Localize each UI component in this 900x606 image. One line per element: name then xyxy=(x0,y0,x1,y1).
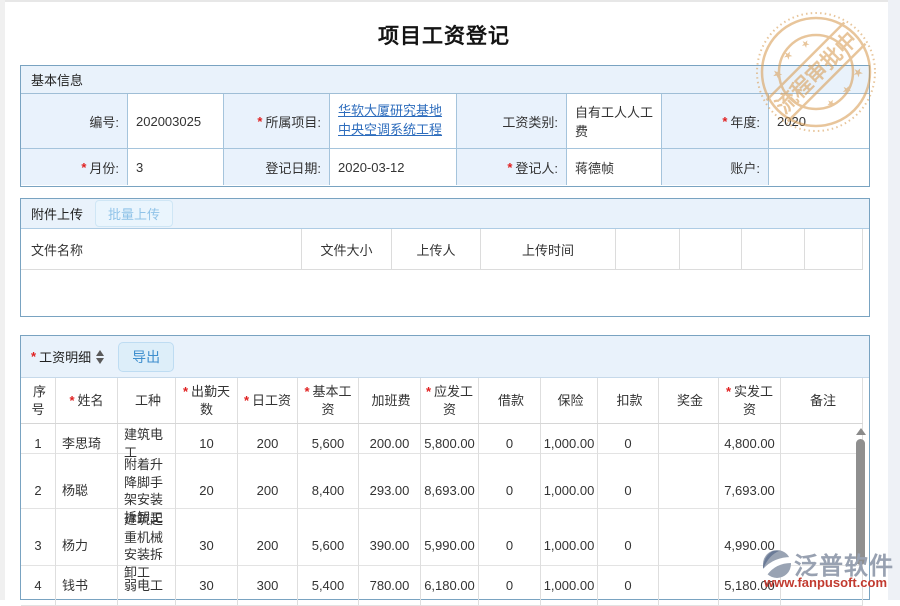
table-cell: 1,000.00 xyxy=(541,566,598,605)
spinner-down-icon[interactable] xyxy=(96,358,104,364)
salary-detail-panel: * 工资明细 导出 序号 *姓名 工种 *出勤天数 *日工资 *基本工资 加班费… xyxy=(20,335,870,600)
col-loan: 借款 xyxy=(479,378,541,423)
col-empty xyxy=(805,229,863,269)
account-label: 账户: xyxy=(662,149,769,185)
table-row: 1 李思琦 建筑电工 10 200 5,600 200.00 5,800.00 … xyxy=(21,424,863,454)
stamp-star-icon: ★ xyxy=(781,48,797,64)
table-cell: 300 xyxy=(238,566,298,605)
basic-info-grid: 编号: 202003025 * 所属项目: 华软大厦研究基地中央空调系统工程 工… xyxy=(21,94,869,185)
registrant-value: 蒋德帧 xyxy=(567,149,662,185)
project-label: * 所属项目: xyxy=(224,94,330,149)
scrollbar-up-icon[interactable] xyxy=(856,428,866,435)
table-cell: 0 xyxy=(479,566,541,605)
table-row: 4 钱书 弱电工 30 300 5,400 780.00 6,180.00 0 … xyxy=(21,566,863,606)
table-row: 3 杨力 建筑起重机械安装拆卸工 30 200 5,600 390.00 5,9… xyxy=(21,509,863,566)
page-title: 项目工资登记 xyxy=(20,20,868,50)
col-job-type: 工种 xyxy=(118,378,176,423)
brand-watermark: 泛普软件 www.fanpusoft.com xyxy=(762,546,896,596)
salary-type-value: 自有工人人工费 xyxy=(567,94,662,149)
col-bonus: 奖金 xyxy=(659,378,719,423)
salary-detail-header: * 工资明细 导出 xyxy=(21,336,869,378)
batch-upload-button[interactable]: 批量上传 xyxy=(95,200,173,227)
col-empty xyxy=(616,229,680,269)
spinner-up-icon[interactable] xyxy=(96,350,104,356)
table-cell: 0 xyxy=(598,566,659,605)
salary-type-label: 工资类别: xyxy=(457,94,567,149)
page-left-border xyxy=(0,0,5,600)
brand-url: www.fanpusoft.com xyxy=(764,575,887,590)
number-value: 202003025 xyxy=(128,94,224,149)
col-base-salary: *基本工资 xyxy=(298,378,359,423)
col-attendance-days: *出勤天数 xyxy=(176,378,238,423)
col-uploader: 上传人 xyxy=(392,229,481,269)
attachments-empty-body xyxy=(21,270,869,316)
attachments-panel: 附件上传 批量上传 文件名称 文件大小 上传人 上传时间 xyxy=(20,198,870,317)
basic-info-header: 基本信息 xyxy=(21,66,869,94)
col-upload-time: 上传时间 xyxy=(481,229,616,269)
attachments-header: 附件上传 批量上传 xyxy=(21,199,869,229)
col-overtime-pay: 加班费 xyxy=(359,378,421,423)
month-value: 3 xyxy=(128,149,224,185)
register-date-label: 登记日期: xyxy=(224,149,330,185)
year-value: 2020 xyxy=(769,94,869,149)
salary-table: 序号 *姓名 工种 *出勤天数 *日工资 *基本工资 加班费 *应发工资 借款 … xyxy=(21,378,869,606)
export-button[interactable]: 导出 xyxy=(118,342,174,372)
attachments-title: 附件上传 xyxy=(31,204,83,223)
table-cell: 30 xyxy=(176,566,238,605)
page-right-margin xyxy=(888,0,900,600)
col-gross-pay: *应发工资 xyxy=(421,378,479,423)
col-net-pay: *实发工资 xyxy=(719,378,781,423)
col-daily-wage: *日工资 xyxy=(238,378,298,423)
col-insurance: 保险 xyxy=(541,378,598,423)
col-empty xyxy=(680,229,742,269)
table-cell: 6,180.00 xyxy=(421,566,479,605)
register-date-value: 2020-03-12 xyxy=(330,149,457,185)
number-label: 编号: xyxy=(21,94,128,149)
table-cell xyxy=(659,566,719,605)
col-file-name: 文件名称 xyxy=(21,229,302,269)
col-deduction: 扣款 xyxy=(598,378,659,423)
table-cell: 钱书 xyxy=(56,566,118,605)
table-cell: 4 xyxy=(21,566,56,605)
attachments-table-header: 文件名称 文件大小 上传人 上传时间 xyxy=(21,229,863,270)
table-row: 2 杨聪 附着升降脚手架安装拆卸工 20 200 8,400 293.00 8,… xyxy=(21,454,863,509)
salary-table-header-row: 序号 *姓名 工种 *出勤天数 *日工资 *基本工资 加班费 *应发工资 借款 … xyxy=(21,378,863,424)
page-top-border xyxy=(0,0,900,2)
month-label: * 月份: xyxy=(21,149,128,185)
table-cell: 弱电工 xyxy=(118,566,176,605)
table-cell: 5,400 xyxy=(298,566,359,605)
table-cell: 780.00 xyxy=(359,566,421,605)
col-empty xyxy=(742,229,805,269)
sort-spinner[interactable] xyxy=(96,350,104,364)
registrant-label: * 登记人: xyxy=(457,149,567,185)
col-name: *姓名 xyxy=(56,378,118,423)
col-file-size: 文件大小 xyxy=(302,229,392,269)
col-remark: 备注 xyxy=(781,378,863,423)
project-value-cell: 华软大厦研究基地中央空调系统工程 xyxy=(330,94,457,149)
year-label: * 年度: xyxy=(662,94,769,149)
project-link[interactable]: 华软大厦研究基地中央空调系统工程 xyxy=(338,102,452,140)
basic-info-panel: 基本信息 编号: 202003025 * 所属项目: 华软大厦研究基地中央空调系… xyxy=(20,65,870,187)
salary-detail-title: 工资明细 xyxy=(39,347,91,366)
basic-info-title: 基本信息 xyxy=(31,70,83,89)
brand-logo-icon xyxy=(762,549,792,579)
account-value xyxy=(769,149,869,185)
col-seq: 序号 xyxy=(21,378,56,423)
